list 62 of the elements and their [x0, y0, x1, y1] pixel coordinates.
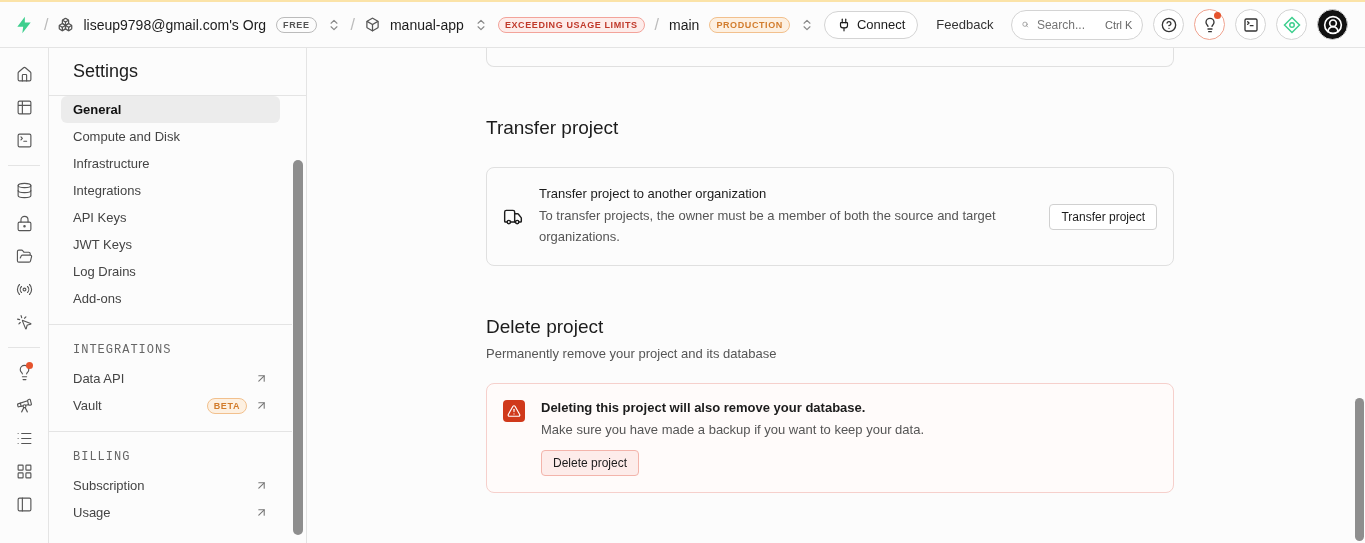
help-button[interactable] [1153, 9, 1185, 40]
terminal-icon[interactable] [15, 132, 33, 149]
status-badge: EXCEEDING USAGE LIMITS [497, 16, 645, 33]
section-heading: BILLING [72, 449, 132, 466]
help-icon [1160, 16, 1177, 33]
section-heading: Transfer project [486, 117, 620, 139]
breadcrumb-link[interactable]: main [669, 16, 700, 33]
search-field[interactable]: Search... Ctrl K [1011, 9, 1144, 40]
breadcrumb-separator: / [44, 15, 49, 34]
scrollbar[interactable] [293, 160, 303, 535]
transfer-button[interactable]: Transfer project [1049, 203, 1157, 230]
warning-icon [503, 400, 525, 422]
sidebar-item[interactable]: Vault BETA [61, 392, 280, 419]
section-heading: INTEGRATIONS [72, 342, 173, 359]
terminal-icon [1242, 16, 1259, 33]
section-subtitle: Permanently remove your project and its database [486, 346, 778, 361]
sidebar-item[interactable]: JWT Keys [61, 231, 280, 258]
cube-icon [364, 17, 380, 32]
sidebar-item[interactable]: Usage [61, 499, 280, 526]
connect-button[interactable]: Connect [823, 10, 919, 39]
avatar-button[interactable] [1317, 9, 1349, 40]
breadcrumb-separator: / [654, 15, 660, 34]
feedback-button[interactable]: Feedback [928, 17, 1002, 32]
panel-icon[interactable] [15, 496, 33, 513]
breadcrumb-link[interactable]: liseup9798@gmail.com's Org [83, 16, 267, 33]
lock-icon[interactable] [15, 215, 33, 232]
org-icon [58, 17, 74, 32]
sidebar-item[interactable]: Compute and Disk [61, 123, 280, 150]
database-icon[interactable] [15, 182, 33, 199]
sidebar-item[interactable]: Infrastructure [61, 150, 280, 177]
lightbulb-button[interactable] [1194, 9, 1226, 40]
sidebar-item[interactable]: Subscription [61, 472, 280, 499]
breadcrumb-link[interactable]: manual-app [389, 16, 464, 33]
pointer-icon[interactable] [15, 314, 33, 331]
beta-badge: BETA [206, 397, 247, 414]
list-icon[interactable] [15, 430, 33, 447]
alert-title: Deleting this project will also remove your database. [541, 400, 867, 415]
sidebar-item[interactable]: Integrations [61, 177, 280, 204]
user-icon [1322, 14, 1343, 35]
home-icon[interactable] [15, 66, 33, 83]
status-badge: PRODUCTION [709, 16, 790, 33]
shortcut-hint: Ctrl K [1104, 18, 1133, 31]
section-heading: Delete project [486, 316, 605, 338]
sidebar-item[interactable]: Add-ons [61, 285, 280, 312]
folder-icon[interactable] [15, 248, 33, 265]
sidebar-item[interactable]: Log Drains [61, 258, 280, 285]
grid-icon[interactable] [15, 463, 33, 480]
diamond-icon [1282, 15, 1301, 34]
sidebar-item[interactable]: Data API [61, 365, 280, 392]
breadcrumb-separator: / [350, 15, 355, 34]
sidebar-item[interactable]: API Keys [61, 204, 280, 231]
delete-button[interactable]: Delete project [541, 450, 640, 476]
terminal-button[interactable] [1235, 9, 1267, 40]
card-description: To transfer projects, the owner must be a member of both the source and target organizations. [539, 207, 997, 246]
table-icon[interactable] [15, 99, 33, 116]
card-title: Transfer project to another organization [539, 186, 768, 201]
alert-description: Make sure you have made a backup if you want to keep your data. [541, 421, 925, 439]
telescope-icon[interactable] [15, 397, 33, 414]
scrollbar[interactable] [1355, 398, 1364, 541]
radio-icon[interactable] [15, 281, 33, 298]
sidebar-item[interactable]: General [61, 96, 280, 123]
search-input[interactable]: Search... [1034, 16, 1099, 33]
